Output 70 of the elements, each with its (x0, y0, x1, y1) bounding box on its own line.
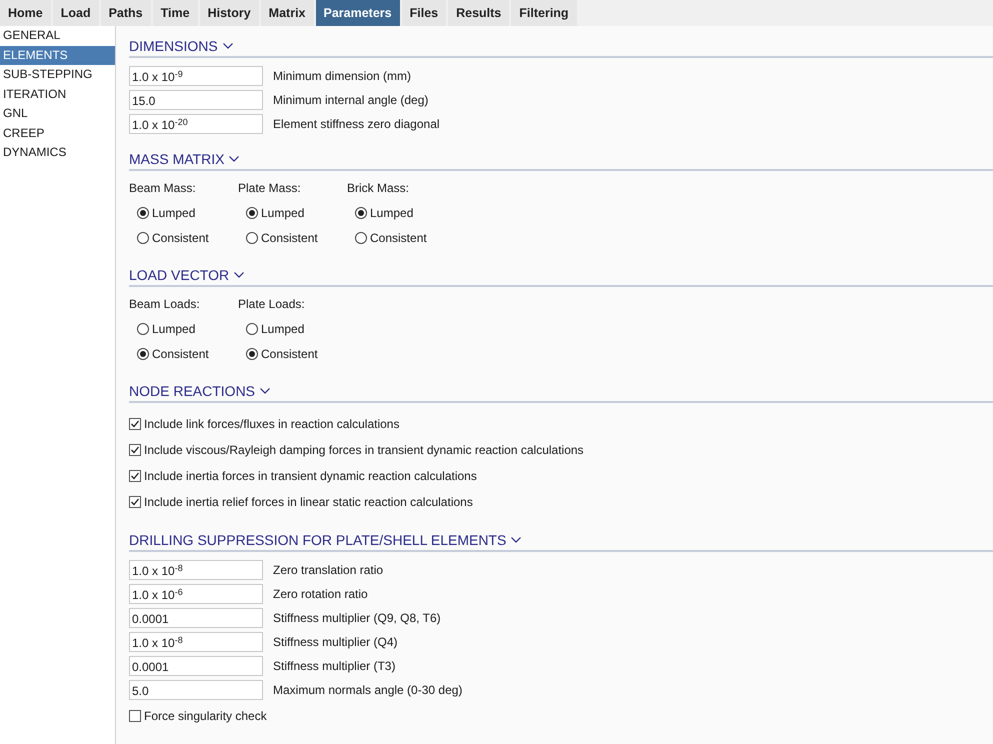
radio-option[interactable]: Consistent (129, 225, 238, 250)
field-label: Minimum dimension (mm) (273, 68, 412, 85)
radio-option[interactable]: Consistent (238, 225, 347, 250)
checked-checkbox[interactable] (129, 496, 141, 508)
radio-option[interactable]: Consistent (347, 225, 456, 250)
section-title: NODE REACTIONS (129, 382, 256, 400)
chevron-down-icon[interactable] (222, 43, 233, 49)
input-field[interactable]: 1.0 x 10$^{-20}$ (129, 114, 263, 134)
sidebar-item[interactable]: ELEMENTS (0, 46, 115, 65)
field-label: Zero rotation ratio (273, 586, 368, 603)
chevron-down-icon[interactable] (260, 388, 270, 394)
input-field[interactable]: 0.0001 (129, 608, 263, 628)
radio-option[interactable]: Lumped (238, 316, 347, 341)
tab[interactable]: Matrix (260, 0, 314, 26)
tab[interactable]: History (200, 0, 259, 26)
checkbox-label[interactable]: Include inertia forces in transient dynamic reaction calculations (144, 467, 477, 485)
input-field[interactable]: 1.0 x 10$^{-6}$ (129, 584, 263, 604)
group-label: Beam Mass: (129, 180, 197, 197)
radio-option[interactable]: Lumped (347, 200, 456, 225)
group-label: Plate Mass: (238, 180, 302, 197)
input-field[interactable]: 0.0001 (129, 656, 263, 676)
radio-option[interactable]: Lumped (238, 200, 347, 225)
sidebar-item[interactable]: GNL (0, 104, 115, 124)
checked-checkbox[interactable] (129, 470, 141, 482)
section-title: MASS MATRIX (129, 150, 224, 168)
checkbox[interactable] (129, 710, 141, 722)
tab[interactable]: Time (152, 0, 198, 26)
field-label: Maximum normals angle (0-30 deg) (273, 682, 462, 699)
chevron-down-icon[interactable] (234, 272, 244, 278)
checkbox-label[interactable]: Include viscous/Rayleigh damping forces in transient dynamic reaction calculations (144, 441, 584, 459)
checkbox-label[interactable]: Include link forces/fluxes in reaction calculations (144, 415, 400, 433)
tab[interactable]: Files (402, 0, 446, 26)
tab[interactable]: Paths (100, 0, 151, 26)
tab[interactable]: Results (448, 0, 510, 26)
tab[interactable]: Parameters (316, 0, 400, 26)
field-label: Zero translation ratio (273, 562, 384, 579)
group-label: Brick Mass: (347, 180, 410, 197)
input-field[interactable]: 1.0 x 10$^{-8}$ (129, 632, 263, 652)
field-label: Element stiffness zero diagonal (273, 116, 440, 133)
section-title: DRILLING SUPPRESSION FOR PLATE/SHELL ELEMENTS (129, 530, 506, 550)
radio-option[interactable]: Lumped (129, 316, 238, 341)
tab[interactable]: Load (52, 0, 99, 26)
checkbox-label[interactable]: Force singularity check (144, 707, 267, 725)
input-field[interactable]: 1.0 x 10$^{-9}$ (129, 66, 263, 86)
tab[interactable]: Home (0, 0, 51, 26)
radio-option[interactable]: Consistent (238, 341, 347, 366)
input-field[interactable]: 15.0 (129, 90, 263, 110)
checked-checkbox[interactable] (129, 444, 141, 456)
input-field[interactable]: 5.0 (129, 680, 263, 700)
sidebar-item[interactable]: ITERATION (0, 84, 115, 104)
chevron-down-icon[interactable] (229, 156, 240, 162)
sidebar-item[interactable]: DYNAMICS (0, 143, 115, 162)
section-title: LOAD VECTOR (129, 266, 230, 284)
field-label: Stiffness multiplier (T3) (273, 658, 396, 675)
checkbox-label[interactable]: Include inertia relief forces in linear static reaction calculations (144, 493, 473, 511)
sidebar-item[interactable]: GENERAL (0, 26, 115, 46)
tab[interactable]: Filtering (511, 0, 577, 26)
radio-option[interactable]: Consistent (129, 341, 238, 366)
group-label: Plate Loads: (238, 296, 306, 313)
checked-checkbox[interactable] (129, 418, 141, 430)
field-label: Stiffness multiplier (Q9, Q8, T6) (273, 610, 441, 627)
field-label: Minimum internal angle (deg) (273, 92, 428, 109)
section-title: DIMENSIONS (129, 36, 218, 56)
chevron-down-icon[interactable] (511, 537, 522, 543)
sidebar-item[interactable]: SUB-STEPPING (0, 65, 115, 84)
sidebar-item[interactable]: CREEP (0, 124, 115, 143)
field-label: Stiffness multiplier (Q4) (273, 634, 398, 651)
group-label: Beam Loads: (129, 296, 201, 313)
radio-option[interactable]: Lumped (129, 200, 238, 225)
input-field[interactable]: 1.0 x 10$^{-8}$ (129, 560, 263, 580)
